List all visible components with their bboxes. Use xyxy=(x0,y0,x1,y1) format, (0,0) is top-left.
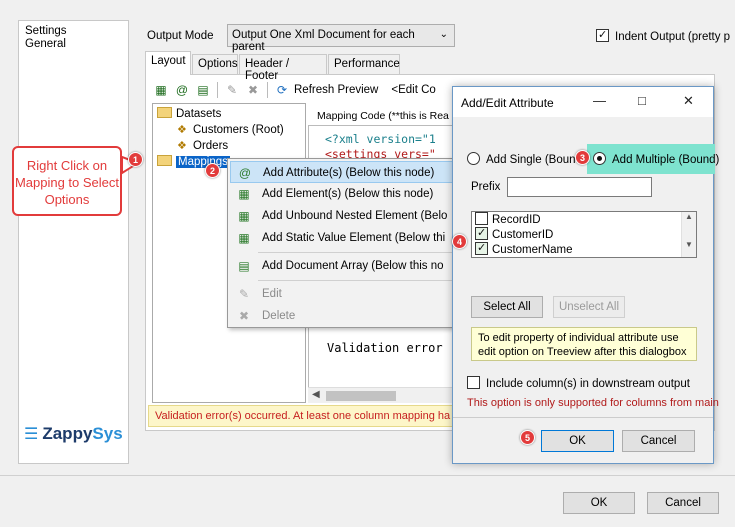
annotation-callout: Right Click on Mapping to Select Options xyxy=(12,146,122,216)
validation-error-bar: Validation error(s) occurred. At least o… xyxy=(148,405,456,427)
radio-add-multiple[interactable]: Add Multiple (Bound) xyxy=(593,152,719,166)
tip-box: To edit property of individual attribute… xyxy=(471,327,697,361)
add-element-icon[interactable]: ▦ xyxy=(152,81,170,99)
chevron-down-icon: ⌄ xyxy=(439,29,448,40)
scroll-left-icon[interactable]: ◀ xyxy=(312,389,320,400)
refresh-preview-button[interactable]: Refresh Preview xyxy=(294,84,378,96)
checkbox-icon xyxy=(475,212,488,225)
dialog-cancel-button[interactable]: Cancel xyxy=(622,430,695,452)
tab-options[interactable]: Options xyxy=(192,54,238,74)
dialog-ok-button[interactable]: OK xyxy=(541,430,614,452)
menu-item-add-array[interactable]: ▤ Add Document Array (Below this no xyxy=(230,255,458,277)
nav-item-settings-general[interactable]: Settings General xyxy=(25,25,95,51)
dialog-divider xyxy=(453,417,713,418)
wifi-logo-icon: ☰ xyxy=(24,426,39,443)
dataset-icon: ❖ xyxy=(177,124,187,136)
validation-error-text: Validation error xyxy=(327,341,443,355)
indent-output-checkbox[interactable]: Indent Output (pretty p xyxy=(596,29,730,43)
zappysys-logo: ☰ ZappySys xyxy=(24,424,123,444)
step-badge-5: 5 xyxy=(520,430,535,445)
menu-item-delete[interactable]: ✖ Delete xyxy=(230,305,458,327)
support-note: This option is only supported for column… xyxy=(467,397,719,409)
tab-header-footer[interactable]: Header / Footer xyxy=(239,54,327,82)
output-mode-select[interactable]: Output One Xml Document for each parent … xyxy=(227,24,455,53)
checkbox-icon xyxy=(475,242,488,255)
dialog-title: Add/Edit Attribute xyxy=(461,96,554,110)
delete-icon: ✖ xyxy=(238,309,250,323)
step-badge-3: 3 xyxy=(575,150,590,165)
tree-node-orders[interactable]: ❖ Orders xyxy=(177,138,228,154)
list-item[interactable]: CustomerID xyxy=(475,227,553,242)
logo-text: ZappySys xyxy=(42,424,123,443)
scrollbar-thumb[interactable] xyxy=(326,391,396,401)
maximize-icon[interactable]: □ xyxy=(638,93,646,108)
step-badge-1: 1 xyxy=(128,152,143,167)
output-mode-label: Output Mode xyxy=(147,30,214,42)
code-line: <?xml version="1 xyxy=(325,132,436,146)
prefix-label: Prefix xyxy=(471,181,501,193)
folder-icon xyxy=(157,155,172,166)
close-icon[interactable]: ✕ xyxy=(683,93,694,109)
menu-item-add-static[interactable]: ▦ Add Static Value Element (Below thi xyxy=(230,227,458,249)
edit-icon: ✎ xyxy=(238,287,250,301)
list-item[interactable]: RecordID xyxy=(475,212,541,227)
ok-button[interactable]: OK xyxy=(563,492,635,514)
step-badge-2: 2 xyxy=(205,163,220,178)
add-static-icon: ▦ xyxy=(238,231,250,245)
radio-add-single[interactable]: Add Single (Boun xyxy=(467,152,576,166)
dataset-icon: ❖ xyxy=(177,140,187,152)
select-all-button[interactable]: Select All xyxy=(471,296,543,318)
add-attribute-icon: @ xyxy=(238,166,252,180)
indent-output-label: Indent Output (pretty p xyxy=(615,31,731,43)
add-unbound-icon: ▦ xyxy=(238,209,250,223)
context-menu: @ Add Attribute(s) (Below this node) ▦ Add… xyxy=(227,158,459,328)
checkbox-icon xyxy=(596,29,609,42)
dialog-titlebar: Add/Edit Attribute — □ ✕ xyxy=(453,87,713,117)
menu-item-add-element[interactable]: ▦ Add Element(s) (Below this node) xyxy=(230,183,458,205)
toolbar-divider xyxy=(217,82,218,98)
add-array-icon[interactable]: ▤ xyxy=(194,81,212,99)
left-nav: Settings General xyxy=(18,20,129,464)
step-badge-4: 4 xyxy=(452,234,467,249)
menu-item-add-attribute[interactable]: @ Add Attribute(s) (Below this node) xyxy=(230,161,458,183)
horizontal-scrollbar[interactable]: ◀ xyxy=(308,387,460,403)
tab-performance[interactable]: Performance xyxy=(328,54,400,74)
edit-icon[interactable]: ✎ xyxy=(223,81,241,99)
delete-icon[interactable]: ✖ xyxy=(244,81,262,99)
footer-divider xyxy=(0,475,735,476)
scroll-up-icon[interactable]: ▲ xyxy=(682,212,696,221)
checkbox-icon xyxy=(475,227,488,240)
tree-node-customers[interactable]: ❖ Customers (Root) xyxy=(177,122,284,138)
output-mode-value: Output One Xml Document for each parent xyxy=(232,29,415,53)
include-columns-checkbox[interactable]: Include column(s) in downstream output xyxy=(467,376,690,390)
minimize-icon[interactable]: — xyxy=(593,93,606,108)
mapping-code-label: Mapping Code (**this is Rea xyxy=(317,110,449,122)
cancel-button[interactable]: Cancel xyxy=(647,492,719,514)
toolbar-divider xyxy=(267,82,268,98)
checkbox-icon xyxy=(467,376,480,389)
menu-item-add-unbound[interactable]: ▦ Add Unbound Nested Element (Belo xyxy=(230,205,458,227)
tab-layout[interactable]: Layout xyxy=(145,51,191,75)
radio-icon xyxy=(467,152,480,165)
refresh-icon: ⟳ xyxy=(276,83,288,97)
scroll-down-icon[interactable]: ▼ xyxy=(682,240,696,249)
layout-toolbar: ▦ @ ▤ ✎ ✖ ⟳ Refresh Preview <Edit Co xyxy=(152,79,436,101)
add-attribute-icon[interactable]: @ xyxy=(173,81,191,99)
add-element-icon: ▦ xyxy=(238,187,250,201)
menu-divider xyxy=(258,280,454,281)
edit-code-button[interactable]: <Edit Co xyxy=(391,84,435,96)
prefix-input[interactable] xyxy=(507,177,652,197)
add-edit-attribute-dialog: Add/Edit Attribute — □ ✕ Add Single (Bou… xyxy=(452,86,719,464)
list-item[interactable]: CustomerName xyxy=(475,242,573,257)
menu-item-edit[interactable]: ✎ Edit xyxy=(230,283,458,305)
menu-divider xyxy=(258,252,454,253)
list-scrollbar[interactable]: ▲ ▼ xyxy=(681,212,696,257)
folder-icon xyxy=(157,107,172,118)
radio-icon xyxy=(593,152,606,165)
unselect-all-button[interactable]: Unselect All xyxy=(553,296,625,318)
add-array-icon: ▤ xyxy=(238,259,250,273)
tree-node-datasets[interactable]: Datasets xyxy=(157,106,221,122)
column-list[interactable]: RecordID CustomerID CustomerName ▲ ▼ xyxy=(471,211,697,258)
